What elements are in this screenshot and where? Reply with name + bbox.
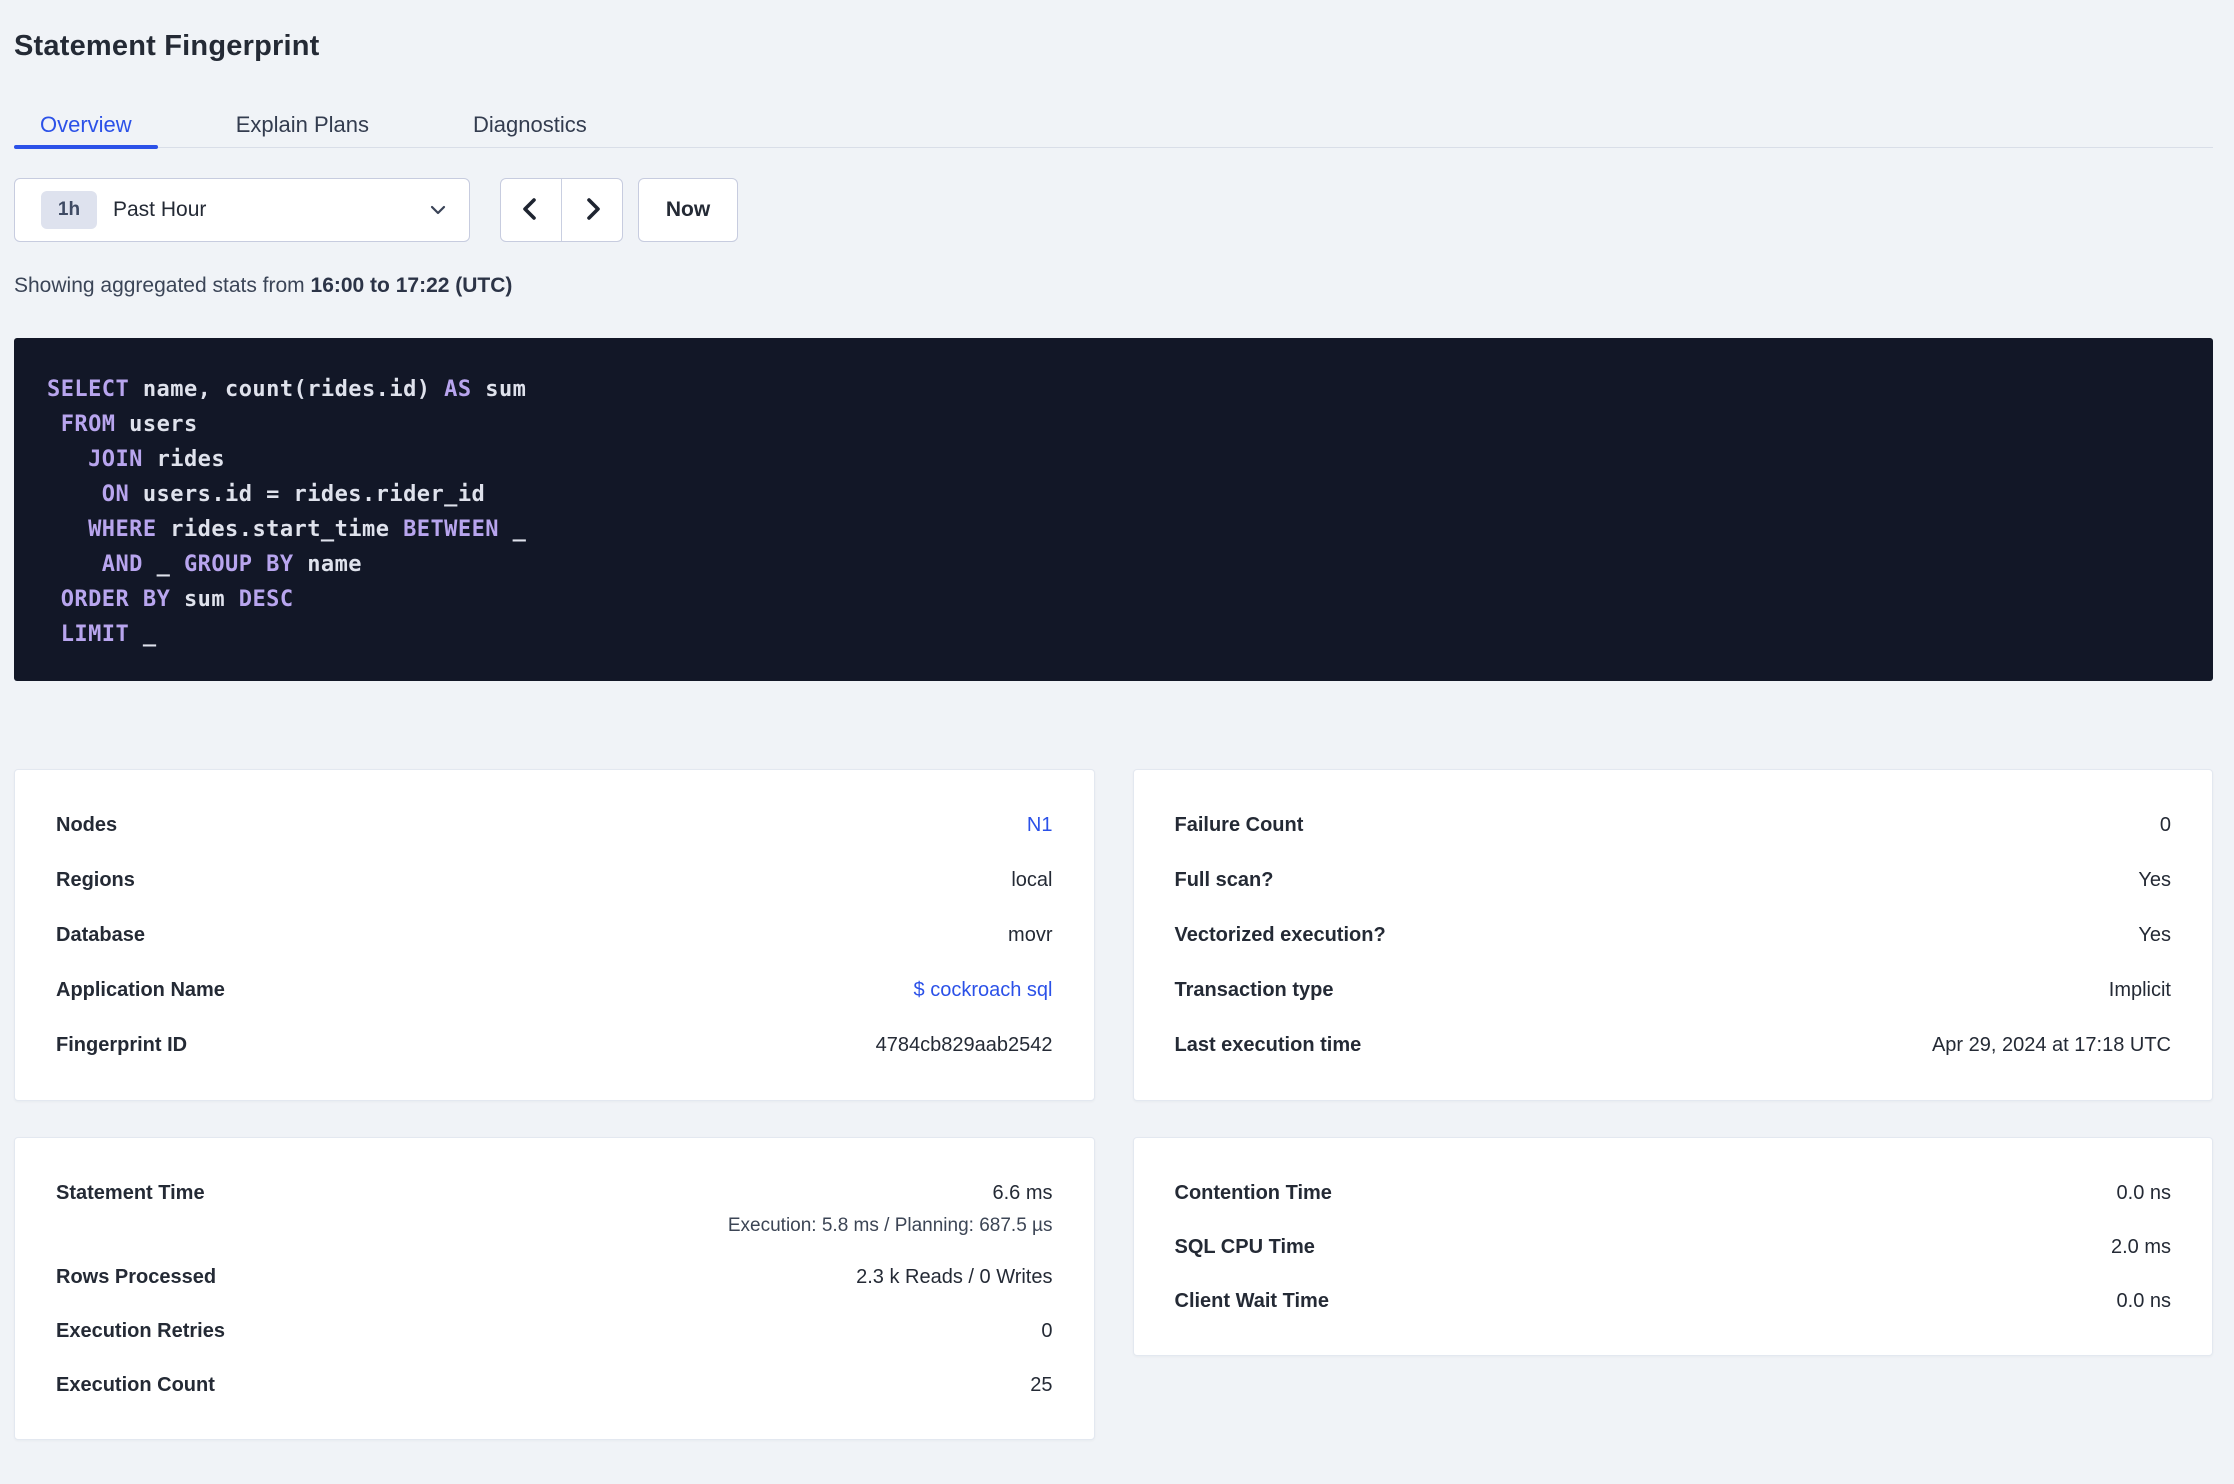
row-subvalue: Execution: 5.8 ms / Planning: 687.5 µs xyxy=(727,1215,1053,1236)
card-row: Database movr xyxy=(56,908,1053,963)
aggregation-note-range: 16:00 to 17:22 (UTC) xyxy=(310,274,513,297)
card-row: Application Name $ cockroach sql xyxy=(56,963,1053,1018)
row-label: Full scan? xyxy=(1174,869,1274,891)
now-button[interactable]: Now xyxy=(638,178,738,242)
row-value: movr xyxy=(1008,924,1053,946)
time-range-badge: 1h xyxy=(41,191,97,229)
row-label: Fingerprint ID xyxy=(56,1034,188,1056)
tab-label: Diagnostics xyxy=(473,111,587,137)
time-range-label: Past Hour xyxy=(113,198,207,221)
row-value: Apr 29, 2024 at 17:18 UTC xyxy=(1931,1034,2171,1056)
row-value: 6.6 ms xyxy=(992,1181,1053,1204)
row-label: Client Wait Time xyxy=(1174,1289,1329,1312)
time-range-dropdown[interactable]: 1h Past Hour xyxy=(14,178,470,242)
prev-range-button[interactable] xyxy=(501,179,561,241)
aggregation-note-prefix: Showing aggregated stats from xyxy=(14,274,311,297)
row-value: 0.0 ns xyxy=(2116,1289,2171,1312)
row-label: Statement Time xyxy=(56,1181,205,1204)
tab-label: Overview xyxy=(40,111,132,137)
row-label: Application Name xyxy=(56,979,225,1001)
row-value: 2.0 ms xyxy=(2110,1235,2171,1258)
statement-times-card: Statement Time 6.6 ms Execution: 5.8 ms / … xyxy=(14,1137,1095,1440)
chevron-down-icon xyxy=(427,199,449,221)
card-row: Vectorized execution? Yes xyxy=(1175,908,2172,963)
sql-line: FROM users xyxy=(60,412,198,437)
row-label: Last execution time xyxy=(1174,1034,1362,1056)
sql-line: ON users.id = rides.rider_id xyxy=(101,482,486,507)
sql-line: ORDER BY sum DESC xyxy=(60,587,294,612)
tab-diagnostics[interactable]: Diagnostics xyxy=(447,102,613,147)
sql-line: SELECT name, count(rides.id) AS sum xyxy=(47,377,527,402)
summary-cards-bottom: Statement Time 6.6 ms Execution: 5.8 ms / … xyxy=(14,1137,2213,1440)
row-value: 2.3 k Reads / 0 Writes xyxy=(856,1265,1053,1288)
row-label: Execution Retries xyxy=(56,1319,225,1342)
time-nav-button-group xyxy=(500,178,623,242)
sql-line: JOIN rides xyxy=(88,447,226,472)
row-value-link[interactable]: $ cockroach sql xyxy=(914,979,1053,1002)
row-label: Vectorized execution? xyxy=(1174,924,1386,946)
chevron-left-icon xyxy=(518,196,544,225)
card-row: Execution Retries 0 xyxy=(56,1304,1053,1358)
card-row: Regions local xyxy=(56,853,1053,908)
row-value: Implicit xyxy=(2108,979,2171,1001)
card-row: Failure Count 0 xyxy=(1175,798,2172,853)
row-label: SQL CPU Time xyxy=(1174,1235,1315,1258)
tab-label: Explain Plans xyxy=(235,111,369,137)
row-label: Failure Count xyxy=(1174,814,1304,836)
statement-details-card: Nodes N1 Regions local Database movr Applicati… xyxy=(14,769,1095,1101)
next-range-button[interactable] xyxy=(561,179,622,241)
card-row: Rows Processed 2.3 k Reads / 0 Writes xyxy=(56,1250,1053,1304)
row-value: 25 xyxy=(1030,1373,1053,1396)
execution-attributes-card: Failure Count 0 Full scan? Yes Vectorized ex… xyxy=(1132,769,2213,1101)
row-value: 0.0 ns xyxy=(2116,1181,2171,1204)
statement-fingerprint-page: Statement Fingerprint Overview Explain Pl… xyxy=(0,26,2234,1484)
tab-overview[interactable]: Overview xyxy=(14,102,158,149)
card-row: Client Wait Time 0.0 ns xyxy=(1175,1274,2172,1328)
card-row: Full scan? Yes xyxy=(1175,853,2172,908)
sql-line: AND _ GROUP BY name xyxy=(101,552,363,577)
time-controls: 1h Past Hour Now xyxy=(14,178,2213,242)
row-value-link[interactable]: N1 xyxy=(1027,814,1053,837)
row-value: Yes xyxy=(2138,924,2171,946)
row-value: 0 xyxy=(1041,1319,1053,1342)
card-row: Contention Time 0.0 ns xyxy=(1175,1166,2172,1220)
summary-cards-top: Nodes N1 Regions local Database movr Applicati… xyxy=(14,769,2213,1101)
sql-statement-box: SELECT name, count(rides.id) AS sum FROM… xyxy=(14,338,2213,681)
row-label: Execution Count xyxy=(56,1373,215,1396)
row-value: Yes xyxy=(2138,869,2171,891)
card-row: Execution Count 25 xyxy=(56,1358,1053,1412)
row-label: Nodes xyxy=(56,814,118,836)
row-label: Contention Time xyxy=(1174,1181,1332,1204)
card-row: Nodes N1 xyxy=(56,798,1053,853)
aggregation-note: Showing aggregated stats from 16:00 to 1… xyxy=(14,272,2213,300)
row-label: Rows Processed xyxy=(56,1265,217,1288)
card-row: Transaction type Implicit xyxy=(1175,963,2172,1018)
row-value: 0 xyxy=(2159,814,2171,836)
row-value: 4784cb829aab2542 xyxy=(875,1034,1053,1056)
sql-line: WHERE rides.start_time BETWEEN _ xyxy=(88,517,527,542)
page-title: Statement Fingerprint xyxy=(14,30,320,62)
sql-line: LIMIT _ xyxy=(60,622,157,647)
tab-explain-plans[interactable]: Explain Plans xyxy=(210,102,395,147)
tab-bar: Overview Explain Plans Diagnostics xyxy=(14,102,2213,149)
card-row: SQL CPU Time 2.0 ms xyxy=(1175,1220,2172,1274)
wait-times-card: Contention Time 0.0 ns SQL CPU Time 2.0 ms C… xyxy=(1132,1137,2213,1356)
row-label: Regions xyxy=(56,869,135,891)
chevron-right-icon xyxy=(579,196,605,225)
row-value: local xyxy=(1011,869,1053,891)
row-label: Database xyxy=(56,924,145,946)
card-row: Last execution time Apr 29, 2024 at 17:18… xyxy=(1175,1018,2172,1073)
card-row: Fingerprint ID 4784cb829aab2542 xyxy=(56,1018,1053,1073)
row-label: Transaction type xyxy=(1174,979,1334,1001)
